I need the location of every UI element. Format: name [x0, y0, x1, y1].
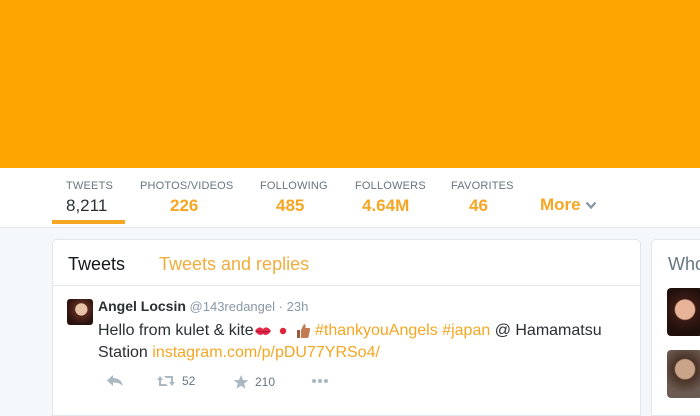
- stat-value: 8,211: [66, 196, 108, 215]
- ellipsis-icon: [312, 379, 328, 383]
- reply-icon: [107, 375, 123, 386]
- thumbs-up-icon: [296, 323, 310, 338]
- more-button[interactable]: More: [540, 195, 597, 215]
- stat-label: FOLLOWERS: [355, 180, 426, 192]
- avatar[interactable]: [667, 350, 700, 398]
- chevron-down-icon: [585, 201, 597, 210]
- more-label: More: [540, 195, 581, 214]
- tweet-separator: ·: [278, 299, 283, 314]
- stat-label: PHOTOS/VIDEOS: [140, 180, 234, 192]
- retweet-button[interactable]: 52: [156, 374, 195, 388]
- hashtag-link[interactable]: #thankyouAngels: [315, 322, 438, 339]
- stat-label: TWEETS: [66, 180, 114, 192]
- retweet-count: 52: [182, 374, 196, 388]
- who-to-follow-panel: Who: [651, 239, 700, 416]
- instagram-link[interactable]: instagram.com/p/pDU77YRSo4/: [152, 344, 380, 361]
- hashtag-link[interactable]: #japan: [442, 322, 490, 339]
- stat-followers[interactable]: FOLLOWERS 4.64M: [355, 180, 426, 216]
- timeline-tabs: Tweets Tweets and replies: [53, 240, 640, 286]
- tweet-author-handle[interactable]: @143redangel: [190, 299, 275, 314]
- star-icon: [233, 375, 249, 389]
- tab-tweets-and-replies[interactable]: Tweets and replies: [159, 254, 309, 275]
- tab-tweets[interactable]: Tweets: [68, 254, 125, 275]
- profile-header-banner: [0, 0, 700, 168]
- stat-value: 226: [170, 196, 199, 215]
- kiss-lips-icon: [254, 327, 271, 335]
- tweet-text: Hello from kulet & kite #thankyouAngels …: [98, 320, 628, 364]
- tweet[interactable]: Angel Locsin @143redangel · 23h Hello fr…: [53, 286, 640, 406]
- stat-label: FAVORITES: [451, 180, 514, 192]
- favorite-count: 210: [255, 375, 276, 389]
- who-to-follow-title: Who: [668, 254, 700, 274]
- favorite-button[interactable]: 210: [233, 374, 275, 390]
- timeline-panel: Tweets Tweets and replies Angel Locsin @…: [52, 239, 641, 416]
- tweet-timestamp[interactable]: 23h: [287, 299, 309, 314]
- stat-favorites[interactable]: FAVORITES 46: [451, 180, 514, 216]
- stat-following[interactable]: FOLLOWING 485: [260, 180, 328, 216]
- more-actions-button[interactable]: [310, 374, 330, 388]
- stat-value: 485: [276, 196, 305, 215]
- avatar[interactable]: [667, 288, 700, 336]
- stat-photos-videos[interactable]: PHOTOS/VIDEOS 226: [140, 180, 233, 216]
- tweet-text-intro: Hello from kulet & kite: [98, 322, 254, 339]
- tweet-header: Angel Locsin @143redangel · 23h: [98, 298, 308, 314]
- stat-value: 46: [469, 196, 488, 215]
- reply-button[interactable]: [106, 374, 124, 388]
- stat-tweets[interactable]: TWEETS 8,211: [51, 180, 126, 224]
- tweet-author-name[interactable]: Angel Locsin: [98, 298, 186, 314]
- stat-label: FOLLOWING: [260, 180, 328, 192]
- stat-value: 4.64M: [362, 196, 410, 215]
- avatar[interactable]: [67, 299, 93, 325]
- red-circle-icon: [279, 327, 287, 334]
- retweet-icon: [157, 376, 175, 386]
